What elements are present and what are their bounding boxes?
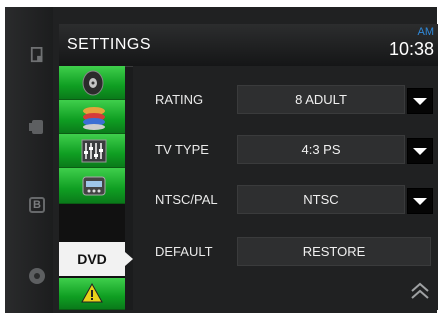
- memory-card-icon[interactable]: [29, 120, 43, 134]
- sidebar-item-warning[interactable]: [59, 278, 125, 310]
- sidebar-item-audio[interactable]: [59, 66, 125, 100]
- ntsc-pal-label: NTSC/PAL: [155, 192, 218, 207]
- chevron-down-icon[interactable]: [407, 88, 433, 114]
- bluetooth-button[interactable]: B: [29, 197, 45, 213]
- device-frame: B SETTINGS AM 10:38 DVD RATING 8 ADULT T…: [5, 7, 438, 313]
- sidebar-item-general[interactable]: [59, 100, 125, 134]
- setting-row-tv-type: TV TYPE 4:3 PS: [133, 128, 438, 170]
- settings-content: RATING 8 ADULT TV TYPE 4:3 PS NTSC/PAL N…: [133, 66, 438, 310]
- sidebar-item-radio[interactable]: [59, 168, 125, 204]
- equalizer-icon: [81, 139, 107, 163]
- ntsc-pal-value[interactable]: NTSC: [237, 185, 405, 214]
- tv-type-label: TV TYPE: [155, 142, 209, 157]
- setting-row-default: DEFAULT RESTORE: [133, 230, 438, 272]
- clock-ampm: AM: [417, 26, 435, 38]
- setting-row-rating: RATING 8 ADULT: [133, 78, 438, 120]
- header: SETTINGS AM 10:38: [59, 24, 438, 67]
- default-label: DEFAULT: [155, 244, 213, 259]
- sidebar-item-equalizer[interactable]: [59, 134, 125, 168]
- warning-icon: [81, 282, 103, 303]
- page-title: SETTINGS: [67, 36, 152, 53]
- volume-knob[interactable]: [29, 268, 45, 284]
- rating-value[interactable]: 8 ADULT: [237, 85, 405, 114]
- clock-time: 10:38: [388, 39, 434, 59]
- settings-sidebar: DVD: [59, 66, 133, 310]
- radio-icon: [82, 176, 106, 196]
- speaker-icon: [82, 70, 104, 96]
- setting-row-ntsc-pal: NTSC/PAL NTSC: [133, 178, 438, 220]
- rating-label: RATING: [155, 92, 204, 107]
- chevron-down-icon[interactable]: [407, 188, 433, 214]
- chevron-down-icon[interactable]: [407, 138, 433, 164]
- scroll-up-icon[interactable]: [409, 280, 431, 302]
- sidebar-item-dvd[interactable]: DVD: [59, 242, 133, 276]
- media-file-icon[interactable]: [30, 47, 46, 63]
- restore-button[interactable]: RESTORE: [237, 237, 431, 266]
- screen: SETTINGS AM 10:38 DVD RATING 8 ADULT TV …: [59, 24, 438, 310]
- bezel: B: [5, 7, 53, 313]
- tv-type-value[interactable]: 4:3 PS: [237, 135, 405, 164]
- layers-icon: [83, 107, 105, 130]
